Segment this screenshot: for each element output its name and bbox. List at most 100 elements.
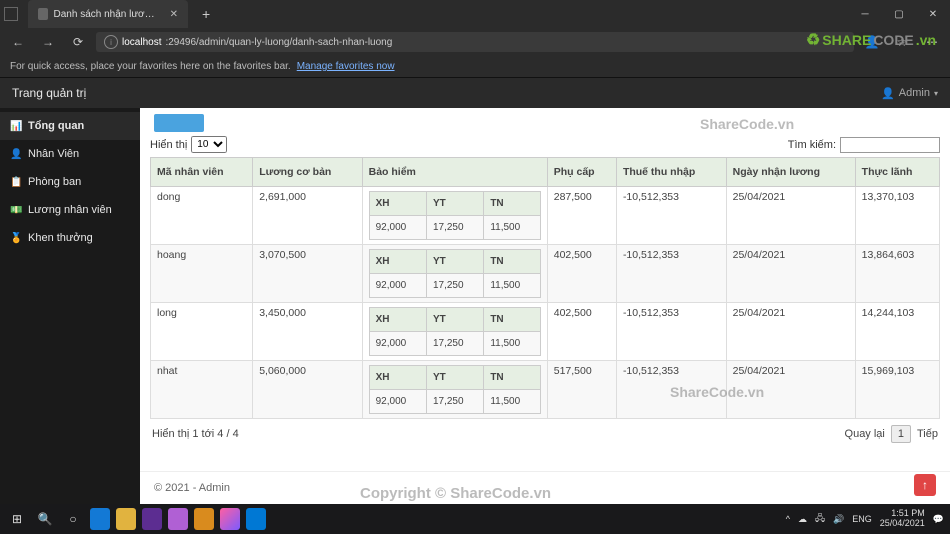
caret-down-icon: ▾ [934, 89, 938, 98]
sidebar-icon: 💵 [10, 205, 22, 216]
sidebar-item-2[interactable]: 📋Phòng ban [0, 168, 140, 196]
messenger-icon[interactable] [220, 508, 240, 530]
tab-title: Danh sách nhận lương-Admin [54, 9, 160, 20]
favicon-icon [38, 8, 48, 20]
cell-allowance: 402,500 [547, 303, 616, 361]
cell-salary: 5,060,000 [253, 361, 362, 419]
cell-tax: -10,512,353 [616, 187, 726, 245]
start-button[interactable]: ⊞ [6, 508, 28, 530]
back-button[interactable]: ← [6, 31, 30, 53]
prev-page-button[interactable]: Quay lại [845, 428, 885, 440]
vs-icon-2[interactable] [168, 508, 188, 530]
app-header: Trang quản trị 👤 Admin ▾ [0, 78, 950, 108]
sidebar: 📊 Tổng quan 👤Nhân Viên📋Phòng ban 💵 Lương nhâ… [0, 108, 140, 504]
salary-table: Mã nhân viênLương cơ bảnBảo hiểmPhụ cấpT… [150, 157, 940, 419]
min-button[interactable]: ─ [848, 0, 882, 28]
reload-button[interactable]: ⟳ [66, 31, 90, 53]
forward-button[interactable]: → [36, 31, 60, 53]
cell-tax: -10,512,353 [616, 303, 726, 361]
volume-icon[interactable]: 🔊 [833, 514, 844, 525]
content-area: Hiển thị 10 Tìm kiếm: Mã nhân viênLương … [140, 108, 950, 504]
page-size-select[interactable]: 10 [191, 136, 227, 153]
cell-allowance: 402,500 [547, 245, 616, 303]
sidebar-label: Lương nhân viên [28, 204, 112, 216]
scroll-top-button[interactable]: ↑ [914, 474, 936, 496]
new-tab-button[interactable]: + [194, 6, 218, 22]
vs-icon[interactable] [142, 508, 162, 530]
app-icon[interactable] [194, 508, 214, 530]
onedrive-icon[interactable]: ☁ [798, 514, 807, 525]
cortana-icon[interactable]: ○ [62, 508, 84, 530]
explorer-icon[interactable] [116, 508, 136, 530]
cell-net: 14,244,103 [855, 303, 939, 361]
cell-id: long [151, 303, 253, 361]
cell-id: dong [151, 187, 253, 245]
cell-net: 15,969,103 [855, 361, 939, 419]
sidebar-item-3[interactable]: 💵 Lương nhân viên [0, 196, 140, 224]
cell-salary: 3,070,500 [253, 245, 362, 303]
col-header[interactable]: Thực lãnh [855, 158, 939, 187]
network-icon[interactable]: 🖧 [815, 511, 825, 527]
manage-favorites-link[interactable]: Manage favorites now [297, 61, 395, 72]
col-header[interactable]: Ngày nhận lương [726, 158, 855, 187]
cell-id: hoang [151, 245, 253, 303]
search-label: Tìm kiếm: [788, 139, 836, 151]
tray-up-icon[interactable]: ^ [786, 514, 790, 524]
sidebar-item-4[interactable]: 🏅Khen thưởng [0, 224, 140, 252]
cell-net: 13,370,103 [855, 187, 939, 245]
lang-label[interactable]: ENG [852, 514, 872, 524]
site-info-icon[interactable]: i [104, 35, 118, 49]
task-icon[interactable] [246, 508, 266, 530]
close-tab-icon[interactable]: ✕ [166, 9, 178, 20]
cell-allowance: 517,500 [547, 361, 616, 419]
col-header[interactable]: Phụ cấp [547, 158, 616, 187]
footer: © 2021 - Admin [140, 471, 950, 504]
address-bar[interactable]: i localhost:29496/admin/quan-ly-luong/da… [96, 32, 854, 52]
cell-insurance: XHYTTN92,00017,25011,500 [362, 245, 547, 303]
page-number[interactable]: 1 [891, 425, 911, 443]
favorites-prompt: For quick access, place your favorites h… [10, 61, 291, 72]
favorites-bar: For quick access, place your favorites h… [0, 56, 950, 78]
sidebar-item-0[interactable]: 📊 Tổng quan [0, 112, 140, 140]
sidebar-label: Khen thưởng [28, 232, 93, 244]
sidebar-item-1[interactable]: 👤Nhân Viên [0, 140, 140, 168]
search-input[interactable] [840, 137, 940, 153]
app-brand: Trang quản trị [12, 86, 86, 100]
sidebar-label: Tổng quan [28, 120, 84, 132]
primary-action-button[interactable] [154, 114, 204, 132]
next-page-button[interactable]: Tiếp [917, 428, 938, 440]
user-icon: 👤 [881, 87, 895, 100]
cell-salary: 2,691,000 [253, 187, 362, 245]
col-header[interactable]: Mã nhân viên [151, 158, 253, 187]
user-menu[interactable]: 👤 Admin ▾ [881, 87, 938, 100]
col-header[interactable]: Thuế thu nhập [616, 158, 726, 187]
url-host: localhost [122, 37, 161, 48]
table-row: hoang3,070,500XHYTTN92,00017,25011,50040… [151, 245, 940, 303]
max-button[interactable]: ▢ [882, 0, 916, 28]
search-icon[interactable]: 🔍 [34, 508, 56, 530]
table-row: dong2,691,000XHYTTN92,00017,25011,500287… [151, 187, 940, 245]
table-row: long3,450,000XHYTTN92,00017,25011,500402… [151, 303, 940, 361]
cell-tax: -10,512,353 [616, 245, 726, 303]
clock[interactable]: 1:51 PM 25/04/2021 [880, 509, 925, 529]
browser-tab[interactable]: Danh sách nhận lương-Admin ✕ [28, 0, 188, 28]
recycle-icon: ♻ [806, 30, 820, 50]
show-label: Hiển thị [150, 139, 187, 151]
col-header[interactable]: Lương cơ bản [253, 158, 362, 187]
cell-allowance: 287,500 [547, 187, 616, 245]
notifications-icon[interactable]: 💬 [933, 514, 944, 525]
cell-date: 25/04/2021 [726, 187, 855, 245]
cell-insurance: XHYTTN92,00017,25011,500 [362, 187, 547, 245]
cell-salary: 3,450,000 [253, 303, 362, 361]
edge-icon[interactable] [90, 508, 110, 530]
sharecode-logo: ♻ SHARECODE.vn [806, 30, 936, 50]
sidebar-icon: 📊 [10, 121, 22, 132]
cell-tax: -10,512,353 [616, 361, 726, 419]
sidebar-icon: 👤 [10, 149, 22, 160]
windows-taskbar: ⊞ 🔍 ○ ^ ☁ 🖧 🔊 ENG 1:51 PM 25/04/2021 💬 [0, 504, 950, 534]
cell-date: 25/04/2021 [726, 303, 855, 361]
tabs-icon[interactable] [4, 7, 18, 21]
col-header[interactable]: Bảo hiểm [362, 158, 547, 187]
table-row: nhat5,060,000XHYTTN92,00017,25011,500517… [151, 361, 940, 419]
close-window-button[interactable]: ✕ [916, 0, 950, 28]
